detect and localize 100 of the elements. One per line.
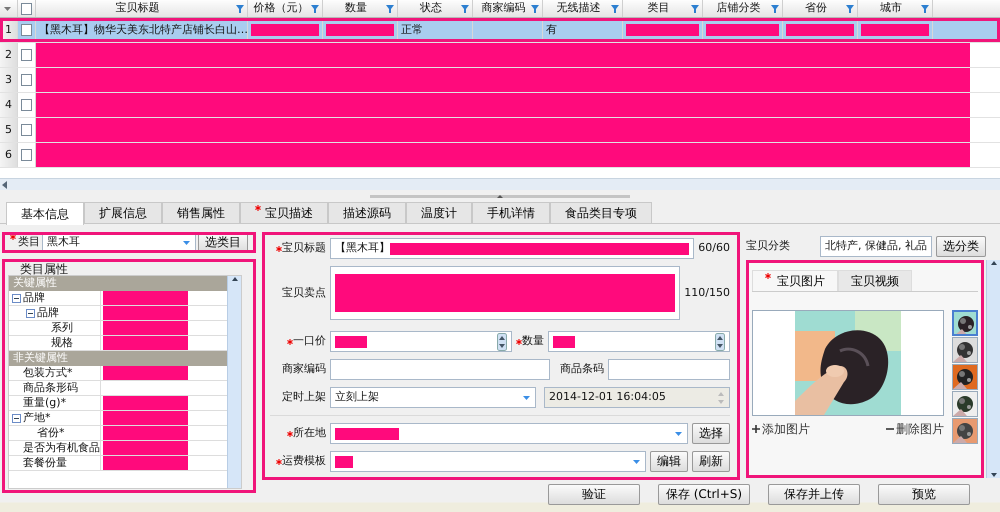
column-header[interactable]: 商家编码 (473, 0, 543, 17)
location-select[interactable] (330, 423, 688, 444)
column-header[interactable]: 省份 (783, 0, 858, 17)
column-header[interactable]: 数量 (323, 0, 398, 17)
row-checkbox[interactable] (21, 124, 32, 136)
column-header[interactable]: 状态 (398, 0, 473, 17)
thumbnail[interactable] (952, 418, 978, 444)
attribute-label: 规格 (51, 334, 73, 351)
spinner-icon (717, 390, 725, 404)
select-all-checkbox[interactable] (21, 2, 32, 14)
datetime-field: 2014-12-01 16:04:05 (544, 387, 730, 408)
barcode-field[interactable] (608, 359, 730, 380)
dropdown-caret-icon[interactable] (522, 394, 531, 400)
scrollbar[interactable] (227, 276, 241, 488)
field-label: 商家编码 (282, 362, 326, 376)
thumbnail[interactable] (952, 391, 978, 417)
field-label: 商品条码 (560, 361, 604, 378)
action-button[interactable]: 保存 (Ctrl+S) (658, 484, 750, 505)
selling-points-field[interactable] (330, 266, 680, 320)
plus-icon (752, 425, 760, 433)
action-button[interactable]: 选择 (692, 423, 730, 444)
dropdown-caret-icon[interactable] (632, 458, 641, 464)
choose-category-button[interactable]: 选分类 (936, 236, 986, 257)
scrollbar[interactable] (986, 260, 1000, 478)
tab[interactable]: 基本信息 (6, 202, 84, 225)
attribute-label: 是否为有机食品 (23, 440, 100, 456)
table-cell: 有 (543, 18, 623, 42)
table-row[interactable]: 4 (0, 93, 1000, 118)
spinner-icon[interactable] (497, 332, 507, 350)
row-number: 2 (0, 43, 18, 67)
scroll-up-icon[interactable] (990, 260, 998, 266)
tab[interactable]: 手机详情 (472, 202, 550, 223)
table-cell: 【黑木耳】物华天美东北特产店铺长白山… (36, 18, 248, 42)
thumbnail[interactable] (952, 310, 978, 336)
action-button[interactable]: 预览 (878, 484, 970, 505)
thumbnail[interactable] (952, 337, 978, 363)
column-header[interactable]: 店铺分类 (703, 0, 783, 17)
row-checkbox[interactable] (21, 149, 32, 161)
filter-icon[interactable] (611, 4, 619, 12)
action-button[interactable]: 编辑 (650, 451, 688, 472)
filter-icon[interactable] (771, 4, 779, 12)
shop-category-field[interactable]: 北特产, 保健品, 礼品 (820, 236, 932, 257)
section-legend: 类目属性 (8, 263, 242, 275)
column-header[interactable]: 无线描述 (543, 0, 623, 17)
spinner-icon[interactable] (715, 332, 725, 350)
action-button[interactable]: 保存并上传 (768, 484, 860, 505)
filter-icon[interactable] (461, 4, 469, 12)
action-button[interactable]: 刷新 (692, 451, 730, 472)
dropdown-caret-icon[interactable] (182, 240, 191, 246)
row-checkbox[interactable] (21, 49, 32, 61)
row-checkbox[interactable] (21, 24, 32, 36)
tab[interactable]: 销售属性 (162, 202, 240, 223)
table-row[interactable]: 6 (0, 143, 1000, 168)
title-field[interactable]: 【黑木耳】 (330, 238, 694, 259)
schedule-select[interactable]: 立刻上架 (330, 387, 536, 408)
scroll-up-icon[interactable] (230, 276, 238, 282)
filter-icon[interactable] (311, 4, 319, 12)
minus-icon (886, 425, 894, 433)
tab[interactable]: 描述源码 (328, 202, 406, 223)
row-number: 6 (0, 143, 18, 167)
table-row[interactable]: 3 (0, 68, 1000, 93)
tab[interactable]: 温度计 (406, 202, 472, 223)
price-field[interactable] (330, 331, 512, 352)
dropdown-caret-icon[interactable] (674, 430, 683, 436)
delete-image-link[interactable]: 删除图片 (886, 420, 944, 438)
filter-icon[interactable] (921, 4, 929, 12)
column-header[interactable]: 城市 (858, 0, 933, 17)
thumbnail[interactable] (952, 364, 978, 390)
filter-icon[interactable] (236, 4, 244, 12)
quantity-field[interactable] (548, 331, 730, 352)
tab[interactable]: 宝贝图片 (752, 270, 838, 291)
table-row[interactable]: 5 (0, 118, 1000, 143)
scroll-down-icon[interactable] (990, 472, 998, 478)
tab[interactable]: 宝贝描述 (240, 202, 328, 223)
splitter-handle[interactable] (370, 194, 630, 198)
character-counter: 110/150 (684, 284, 730, 301)
table-row[interactable]: 2 (0, 43, 1000, 68)
row-number: 4 (0, 93, 18, 117)
sort-caret-icon[interactable] (3, 6, 12, 12)
filter-icon[interactable] (846, 4, 854, 12)
selected-row[interactable]: 1 【黑木耳】物华天美东北特产店铺长白山… 正常 有 (0, 18, 1000, 43)
merchant-code-field[interactable] (330, 359, 550, 380)
filter-icon[interactable] (386, 4, 394, 12)
collapse-icon[interactable] (26, 308, 35, 318)
add-image-link[interactable]: 添加图片 (752, 420, 810, 438)
row-checkbox[interactable] (21, 99, 32, 111)
collapse-icon[interactable] (12, 294, 21, 302)
filter-icon[interactable] (531, 4, 539, 12)
column-header[interactable]: 宝贝标题 (36, 0, 248, 17)
column-header[interactable]: 价格（元） (248, 0, 323, 17)
filter-icon[interactable] (691, 4, 699, 12)
tab[interactable]: 食品类目专项 (550, 202, 652, 223)
action-button[interactable]: 验证 (548, 484, 640, 505)
column-header[interactable]: 类目 (623, 0, 703, 17)
shipping-template-select[interactable] (330, 451, 646, 472)
tab[interactable]: 扩展信息 (84, 202, 162, 223)
collapse-icon[interactable] (12, 414, 21, 422)
tab[interactable]: 宝贝视频 (838, 270, 912, 291)
attribute-label: 商品条形码 (23, 380, 78, 396)
row-checkbox[interactable] (21, 74, 32, 86)
